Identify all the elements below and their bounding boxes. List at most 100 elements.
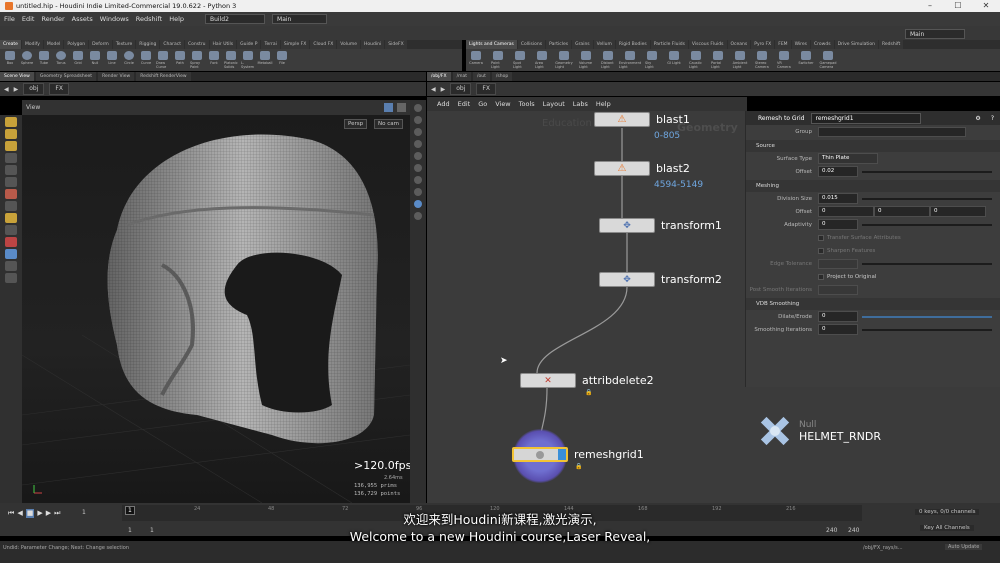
home-icon[interactable]: [5, 249, 17, 259]
viewport-options-icon[interactable]: [384, 103, 393, 112]
net-menu-tools[interactable]: Tools: [519, 100, 535, 108]
dilate-field[interactable]: 0: [818, 311, 858, 322]
scale-tool-icon[interactable]: [5, 153, 17, 163]
forward-icon[interactable]: ▶: [14, 86, 19, 93]
area-light-tool[interactable]: Area Light: [535, 49, 549, 71]
net-menu-layout[interactable]: Layout: [543, 100, 565, 108]
transfer-checkbox[interactable]: [818, 234, 824, 241]
node-name-field[interactable]: remeshgrid1: [810, 112, 921, 124]
shelf-tab[interactable]: Oceans: [727, 40, 751, 49]
shelf-tab[interactable]: Grains: [572, 40, 593, 49]
metaball-tool[interactable]: Metaball: [258, 49, 273, 71]
shelf-tab[interactable]: Charact: [160, 40, 184, 49]
transform-node-body[interactable]: ✥: [599, 218, 655, 233]
display-option-icon[interactable]: [414, 176, 422, 184]
curve-tool[interactable]: Curve: [139, 49, 153, 71]
dilate-slider[interactable]: [862, 315, 992, 318]
back-icon[interactable]: ◀: [431, 86, 436, 93]
tab-mat[interactable]: /mat: [452, 72, 471, 81]
shelf-tab-lights[interactable]: Lights and Cameras: [466, 40, 517, 49]
shelf-tab[interactable]: Texture: [112, 40, 136, 49]
brush-tool-icon[interactable]: [5, 189, 17, 199]
grid-tool[interactable]: Grid: [71, 49, 85, 71]
path-crumb-obj[interactable]: obj: [23, 83, 45, 95]
net-menu-help[interactable]: Help: [596, 100, 611, 108]
help-icon[interactable]: ?: [991, 115, 994, 122]
offset-slider[interactable]: [862, 170, 992, 173]
transform-node-body[interactable]: ✥: [599, 272, 655, 287]
source-section[interactable]: Source: [746, 140, 1000, 152]
snap-grid-icon[interactable]: [5, 225, 17, 235]
shelf-tab[interactable]: Guide P: [237, 40, 261, 49]
edge-tol-slider[interactable]: [862, 262, 992, 265]
platonic-tool[interactable]: Platonic Solids: [224, 49, 238, 71]
shelf-tab[interactable]: Simple FX: [280, 40, 310, 49]
display-option-icon[interactable]: [414, 104, 422, 112]
path-tool[interactable]: Path: [173, 49, 187, 71]
menu-file[interactable]: File: [4, 15, 15, 23]
magnet-icon[interactable]: [5, 237, 17, 247]
shelf-tab[interactable]: Hair Utils: [209, 40, 237, 49]
net-menu-add[interactable]: Add: [437, 100, 450, 108]
surface-type-select[interactable]: Thin Plate: [818, 153, 878, 164]
volume-light-tool[interactable]: Volume Light: [579, 49, 593, 71]
sphere-tool[interactable]: Sphere: [20, 49, 34, 71]
net-menu-labs[interactable]: Labs: [573, 100, 588, 108]
snap-icon[interactable]: [5, 213, 17, 223]
shelf-tab[interactable]: Pyro FX: [751, 40, 775, 49]
null-tool[interactable]: Null: [88, 49, 102, 71]
shelf-tab[interactable]: Wires: [791, 40, 811, 49]
sky-light-tool[interactable]: Sky Light: [645, 49, 659, 71]
shelf-tab[interactable]: Particle Fluids: [650, 40, 688, 49]
menu-redshift[interactable]: Redshift: [136, 15, 162, 23]
distant-light-tool[interactable]: Distant Light: [601, 49, 615, 71]
shelf-tab[interactable]: Model: [43, 40, 64, 49]
handle-tool-icon[interactable]: [5, 177, 17, 187]
file-tool[interactable]: File: [275, 49, 289, 71]
shelf-tab[interactable]: Collisions: [517, 40, 546, 49]
lsystem-tool[interactable]: L-System: [241, 49, 255, 71]
node-blast2[interactable]: ⚠ blast2: [594, 161, 690, 176]
division-field[interactable]: 0.015: [818, 193, 858, 204]
adaptivity-slider[interactable]: [862, 223, 992, 226]
division-slider[interactable]: [862, 197, 992, 200]
shelf-tab[interactable]: Viscous Fluids: [688, 40, 727, 49]
shelf-tab[interactable]: Houdini: [361, 40, 385, 49]
desktop-select[interactable]: Main: [272, 14, 328, 24]
node-helmet-rndr[interactable]: Null HELMET_RNDR: [755, 411, 881, 451]
tab-shop[interactable]: /shop: [491, 72, 513, 81]
camera-menu[interactable]: No cam: [374, 119, 403, 129]
circle-tool[interactable]: Circle: [122, 49, 136, 71]
path-crumb-fx[interactable]: FX: [49, 83, 69, 95]
shelf-tab[interactable]: Redshift: [878, 40, 904, 49]
stereo-camera-tool[interactable]: Stereo Camera: [755, 49, 769, 71]
build-select[interactable]: Build2: [205, 14, 266, 24]
ambient-light-tool[interactable]: Ambient Light: [733, 49, 747, 71]
path-crumb-fx[interactable]: FX: [476, 83, 496, 95]
display-icon[interactable]: [5, 273, 17, 283]
vr-camera-tool[interactable]: VR Camera: [777, 49, 791, 71]
shelf-tab[interactable]: Modify: [21, 40, 43, 49]
minimize-button[interactable]: –: [916, 0, 944, 12]
shelf-tab[interactable]: Particles: [546, 40, 572, 49]
display-option-icon[interactable]: [414, 140, 422, 148]
net-menu-view[interactable]: View: [495, 100, 510, 108]
shelf-tab-create[interactable]: Create: [0, 40, 21, 49]
node-transform1[interactable]: ✥ transform1: [599, 218, 722, 233]
right-desktop-select[interactable]: Main: [905, 29, 965, 39]
gamepad-camera-tool[interactable]: Gamepad Camera: [820, 49, 837, 71]
line-tool[interactable]: Line: [105, 49, 119, 71]
net-menu-edit[interactable]: Edit: [458, 100, 471, 108]
rotate-tool-icon[interactable]: [5, 141, 17, 151]
shelf-tab[interactable]: SideFX: [385, 40, 407, 49]
offset2-y[interactable]: 0: [874, 206, 930, 217]
persp-menu[interactable]: Persp: [344, 119, 368, 129]
shelf-tab[interactable]: FEM: [775, 40, 791, 49]
shading-icon[interactable]: [5, 261, 17, 271]
shelf-tab[interactable]: Terrai: [261, 40, 280, 49]
shelf-tab[interactable]: Polygon: [64, 40, 89, 49]
meshing-section[interactable]: Meshing: [746, 180, 1000, 192]
box-tool[interactable]: Box: [3, 49, 17, 71]
edge-tol-field[interactable]: [818, 258, 858, 269]
menu-edit[interactable]: Edit: [22, 15, 35, 23]
